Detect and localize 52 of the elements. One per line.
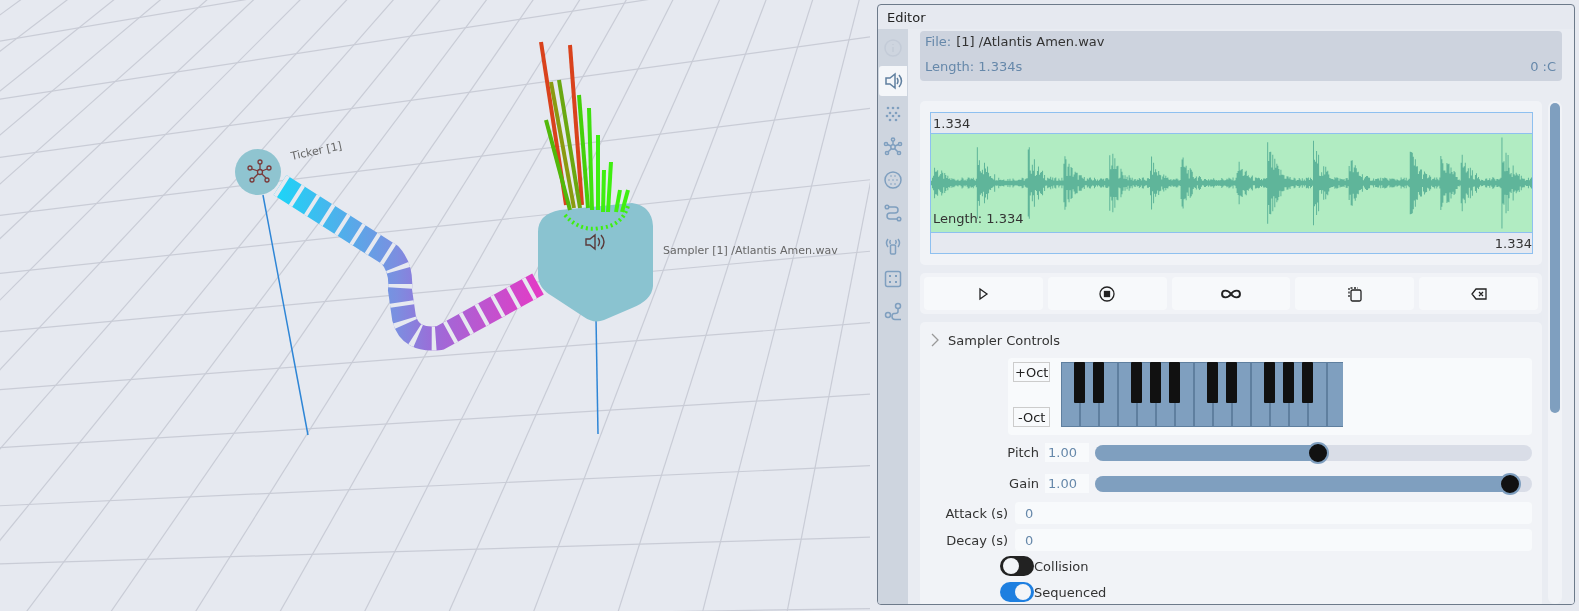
field-label: Attack (s) [944, 505, 1008, 521]
piano-keyboard[interactable] [1061, 362, 1344, 427]
network-icon [883, 137, 903, 157]
toggle-label: Collision [1034, 558, 1089, 574]
route-icon [883, 203, 903, 223]
section-title: Sampler Controls [948, 332, 1060, 348]
speaker-icon [883, 71, 903, 91]
value-field[interactable]: 1.00 [1045, 474, 1089, 493]
globe-icon [883, 170, 903, 190]
toggle-label: Sequenced [1034, 584, 1107, 600]
clear-button[interactable] [1419, 277, 1538, 310]
stop-button[interactable] [1047, 277, 1167, 310]
octave-button[interactable]: -Oct [1013, 407, 1051, 427]
input-field[interactable]: 0 [1015, 529, 1532, 551]
toggle-switch[interactable] [1000, 556, 1034, 576]
chevron-icon[interactable] [930, 333, 940, 347]
file-length: Length: 1.334s [925, 59, 1023, 74]
file-label: File: [925, 34, 952, 49]
loop-button[interactable] [1171, 277, 1291, 310]
slider-thumb[interactable] [1306, 441, 1329, 464]
network-icon [247, 159, 272, 183]
nodes-icon [883, 302, 903, 322]
input-field[interactable]: 0 [1015, 502, 1532, 524]
slider-track[interactable] [1095, 444, 1532, 461]
stop-icon [1098, 284, 1117, 303]
length-label: Length: 1.334 [933, 211, 1024, 226]
copy-icon [1345, 284, 1364, 303]
value-field[interactable]: 1.00 [1045, 443, 1089, 462]
ticker-node[interactable] [235, 149, 281, 195]
dots-icon [883, 104, 903, 124]
infinity-icon [1221, 288, 1241, 299]
slider-label: Gain [1008, 476, 1039, 491]
window-title: Editor [887, 9, 926, 25]
node-label: Ticker [1] [289, 139, 344, 163]
sidebar-tab[interactable] [879, 66, 907, 96]
slider-label: Pitch [1007, 445, 1039, 460]
wireless-icon [883, 236, 903, 256]
waveform-editor[interactable]: 1.334 Length: 1.334 1.334 [930, 112, 1533, 254]
end-value: 1.334 [1494, 235, 1532, 251]
copy-button[interactable] [1295, 277, 1415, 310]
position-readout: 0 :C [1530, 59, 1556, 74]
toggle-switch[interactable] [1000, 582, 1034, 602]
octave-button[interactable]: +Oct [1013, 362, 1051, 382]
sampler-node[interactable] [538, 203, 653, 322]
slider-thumb[interactable] [1499, 472, 1522, 495]
field-label: Decay (s) [945, 532, 1008, 548]
grid-icon [883, 269, 903, 289]
speaker-icon [585, 234, 605, 250]
node-label: Sampler [1] /Atlantis Amen.wav [663, 244, 838, 257]
scrollbar[interactable] [1548, 101, 1562, 604]
file-name: [1] /Atlantis Amen.wav [956, 34, 1105, 49]
start-value: 1.334 [933, 115, 971, 131]
